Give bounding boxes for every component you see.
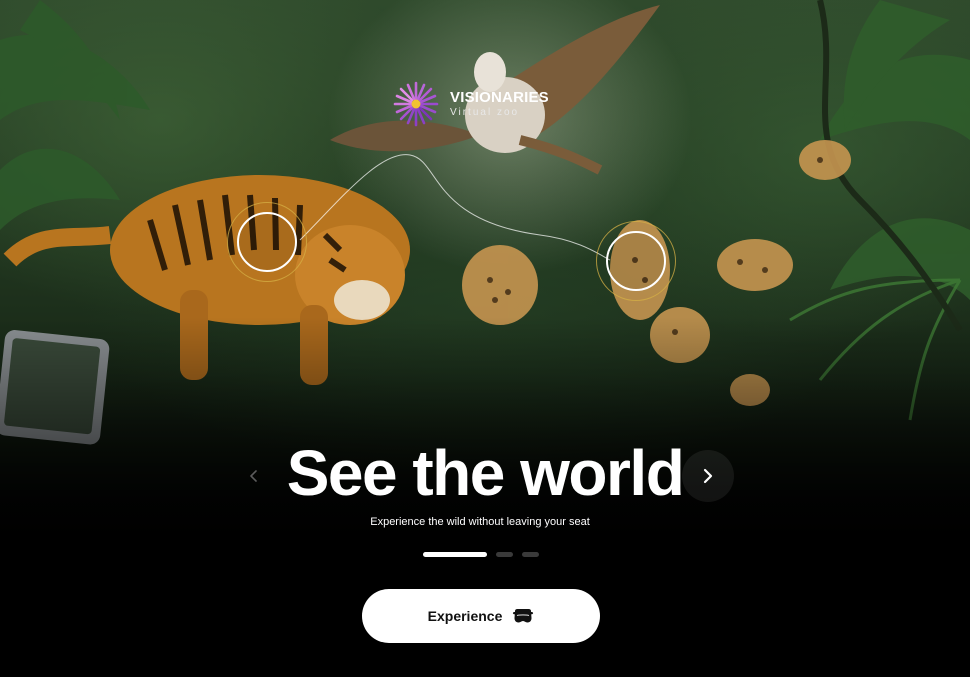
purple-flower-burst-logo-icon	[393, 81, 439, 127]
hero-title: See the world	[286, 437, 685, 509]
brand-name: VISIONARIES	[450, 89, 549, 106]
carousel-dot-1[interactable]	[423, 552, 487, 557]
experience-button-label: Experience	[427, 608, 503, 624]
hero-stage: VISIONARIES Virtual zoo See the world Ex…	[0, 0, 970, 677]
hotspot-ring	[237, 212, 297, 272]
experience-button[interactable]: Experience	[362, 589, 600, 643]
carousel-dot-3[interactable]	[522, 552, 539, 557]
vr-headset-icon	[513, 609, 534, 623]
carousel-dot-2[interactable]	[496, 552, 513, 557]
carousel-pagination	[423, 552, 539, 557]
brand-logo[interactable]: VISIONARIES Virtual zoo	[392, 80, 549, 128]
hotspot-serval[interactable]	[596, 221, 676, 301]
hotspot-ring	[606, 231, 666, 291]
hotspot-tiger[interactable]	[227, 202, 307, 282]
brand-tagline: Virtual zoo	[450, 107, 520, 118]
hero-subtitle: Experience the wild without leaving your…	[370, 516, 590, 528]
